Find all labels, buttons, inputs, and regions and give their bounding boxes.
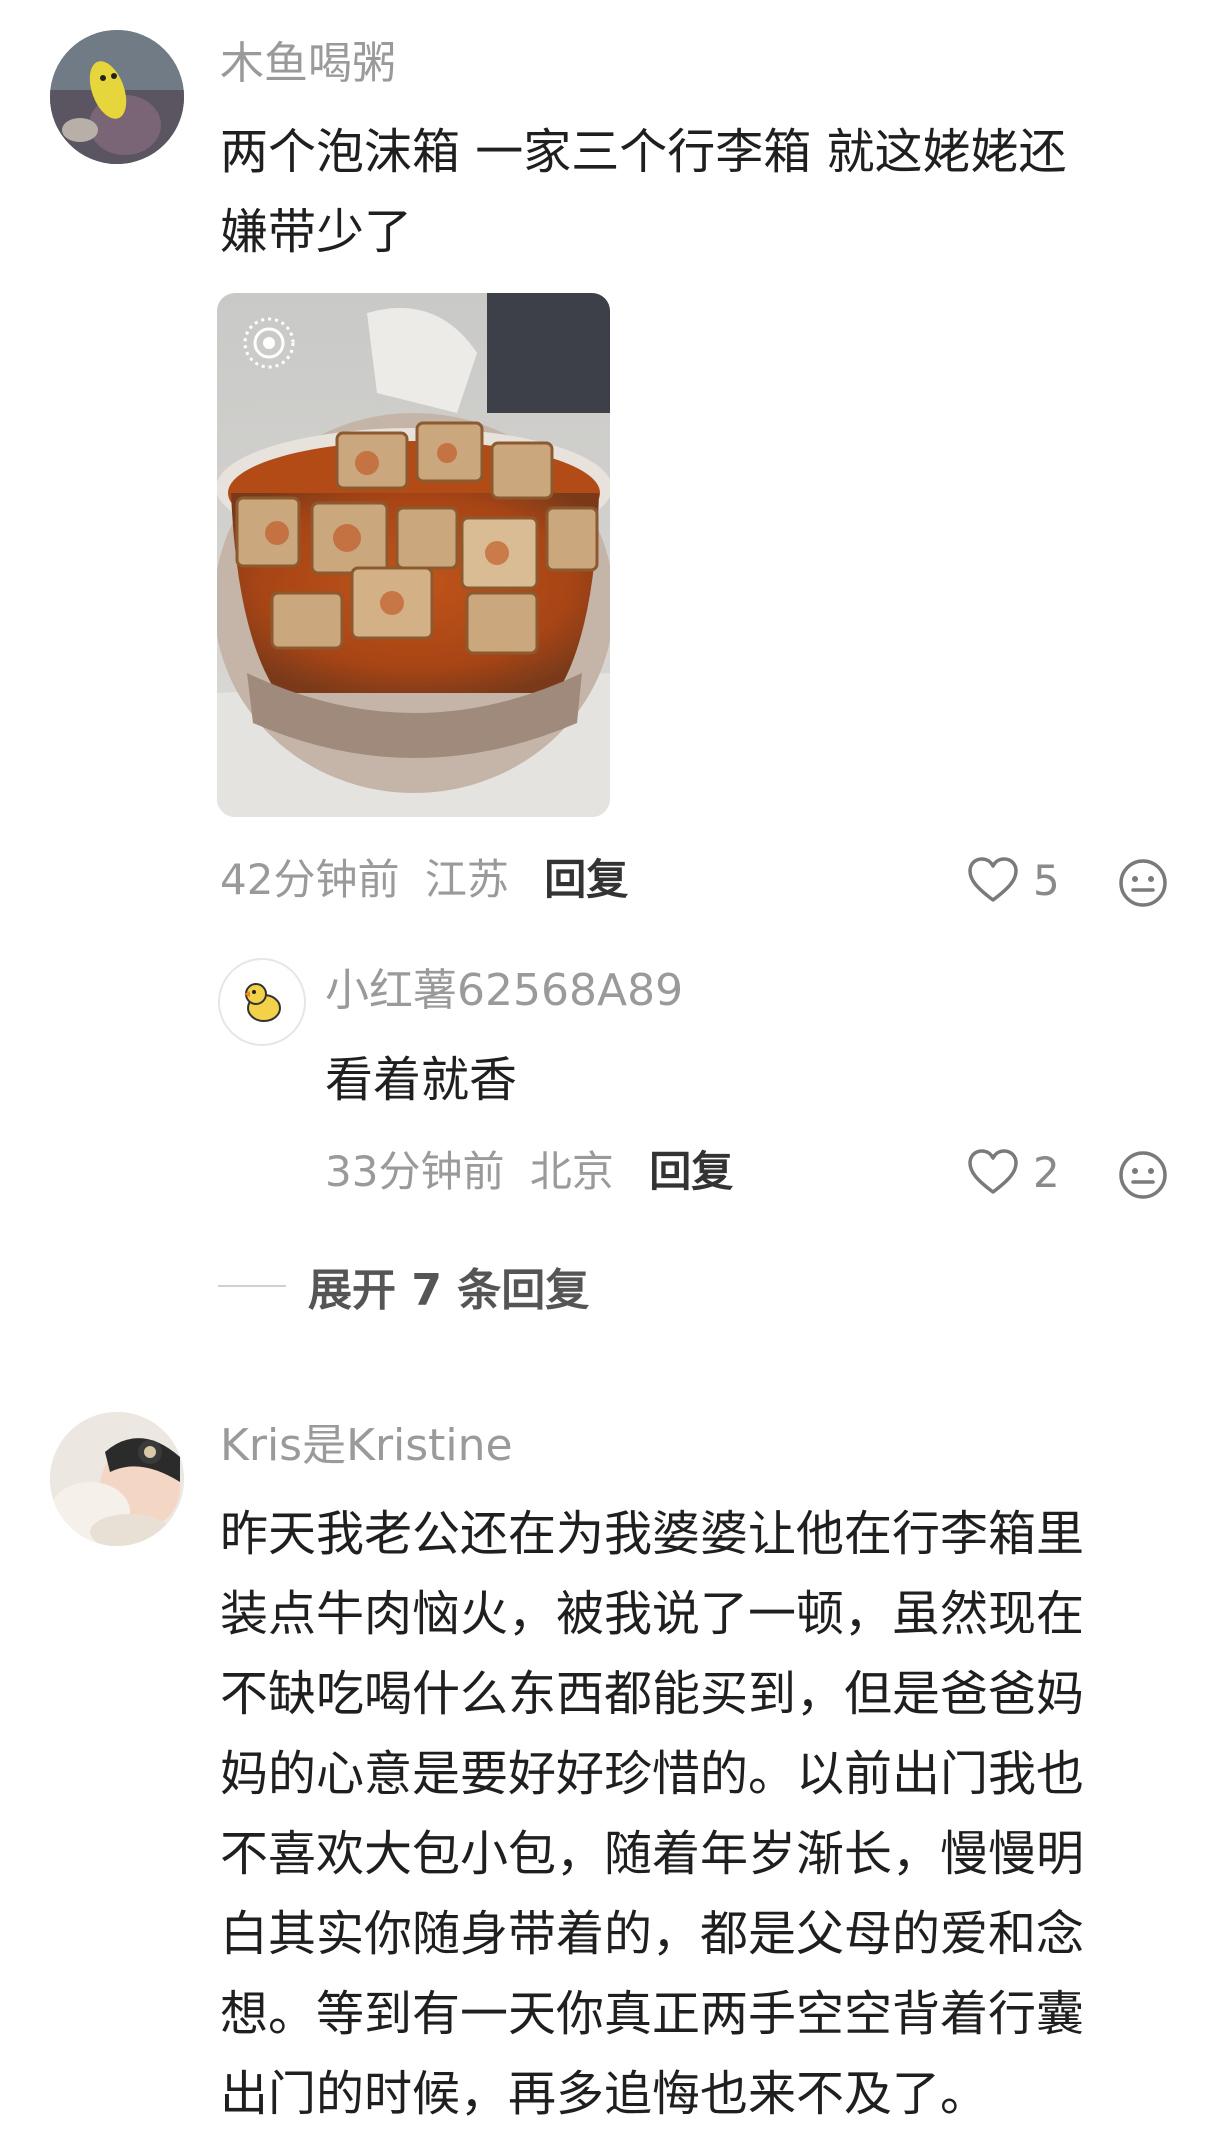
reply-time: 33分钟前 (325, 1147, 505, 1196)
comment-text-line: 嫌带少了 (220, 204, 413, 260)
emoji-react-button[interactable] (1118, 858, 1168, 912)
reply-username[interactable]: 小红薯62568A89 (325, 963, 683, 1019)
comment-text-line: 不缺吃喝什么东西都能买到，但是爸爸妈 (220, 1666, 1085, 1722)
comment-username[interactable]: 木鱼喝粥 (220, 36, 396, 92)
heart-icon (968, 857, 1018, 902)
food-photo (217, 293, 610, 817)
comment-meta: 42分钟前 江苏 回复 (220, 852, 628, 908)
like-button[interactable]: 2 (967, 1144, 1060, 1200)
comment-text: 两个泡沫箱 一家三个行李箱 就这姥姥还 嫌带少了 (220, 112, 1170, 272)
reply-location: 北京 (529, 1147, 614, 1196)
face-emoji-icon (1119, 1151, 1167, 1199)
avatar[interactable] (50, 1412, 184, 1546)
comment-text-line: 装点牛肉恼火，被我说了一顿，虽然现在 (220, 1586, 1085, 1642)
expand-replies-button[interactable]: 展开 7 条回复 (218, 1256, 589, 1316)
reply-meta: 33分钟前 北京 回复 (325, 1144, 733, 1200)
comment-text-line: 不喜欢大包小包，随着年岁渐长，慢慢明 (220, 1826, 1085, 1882)
comment-text-line: 两个泡沫箱 一家三个行李箱 就这姥姥还 (220, 124, 1067, 180)
reply-button[interactable]: 回复 (649, 1147, 733, 1196)
like-count: 2 (1033, 1147, 1060, 1197)
comment-text-line: 想。等到有一天你真正两手空空背着行囊 (220, 1986, 1085, 2042)
duck-avatar-icon (244, 983, 281, 1022)
emoji-react-button[interactable] (1118, 1150, 1168, 1204)
like-count: 5 (1033, 855, 1060, 905)
reply-avatar[interactable] (218, 958, 306, 1046)
avatar-image (50, 1412, 184, 1546)
reply-button[interactable]: 回复 (544, 855, 628, 904)
face-emoji-icon (1119, 859, 1167, 907)
expand-replies-label: 展开 7 条回复 (308, 1265, 590, 1316)
comment-text-line: 出门的时候，再多追悔也来不及了。 (220, 2066, 989, 2122)
comment-username[interactable]: Kris是Kristine (220, 1418, 513, 1474)
comment-text-line: 白其实你随身带着的，都是父母的爱和念 (220, 1906, 1085, 1962)
avatar-image (50, 30, 184, 164)
reply-text: 看着就香 (325, 1052, 518, 1108)
comment-photo[interactable] (217, 293, 610, 817)
heart-icon (968, 1149, 1018, 1194)
comment-time: 42分钟前 (220, 855, 400, 904)
comment-text-line: 妈的心意是要好好珍惜的。以前出门我也 (220, 1746, 1085, 1802)
comment-text: 昨天我老公还在为我婆婆让他在行李箱里 装点牛肉恼火，被我说了一顿，虽然现在 不缺… (220, 1494, 1180, 2134)
avatar[interactable] (50, 30, 184, 164)
divider (218, 1285, 286, 1287)
comment-location: 江苏 (424, 855, 509, 904)
like-button[interactable]: 5 (967, 852, 1060, 908)
comment-text-line: 昨天我老公还在为我婆婆让他在行李箱里 (220, 1506, 1085, 1562)
